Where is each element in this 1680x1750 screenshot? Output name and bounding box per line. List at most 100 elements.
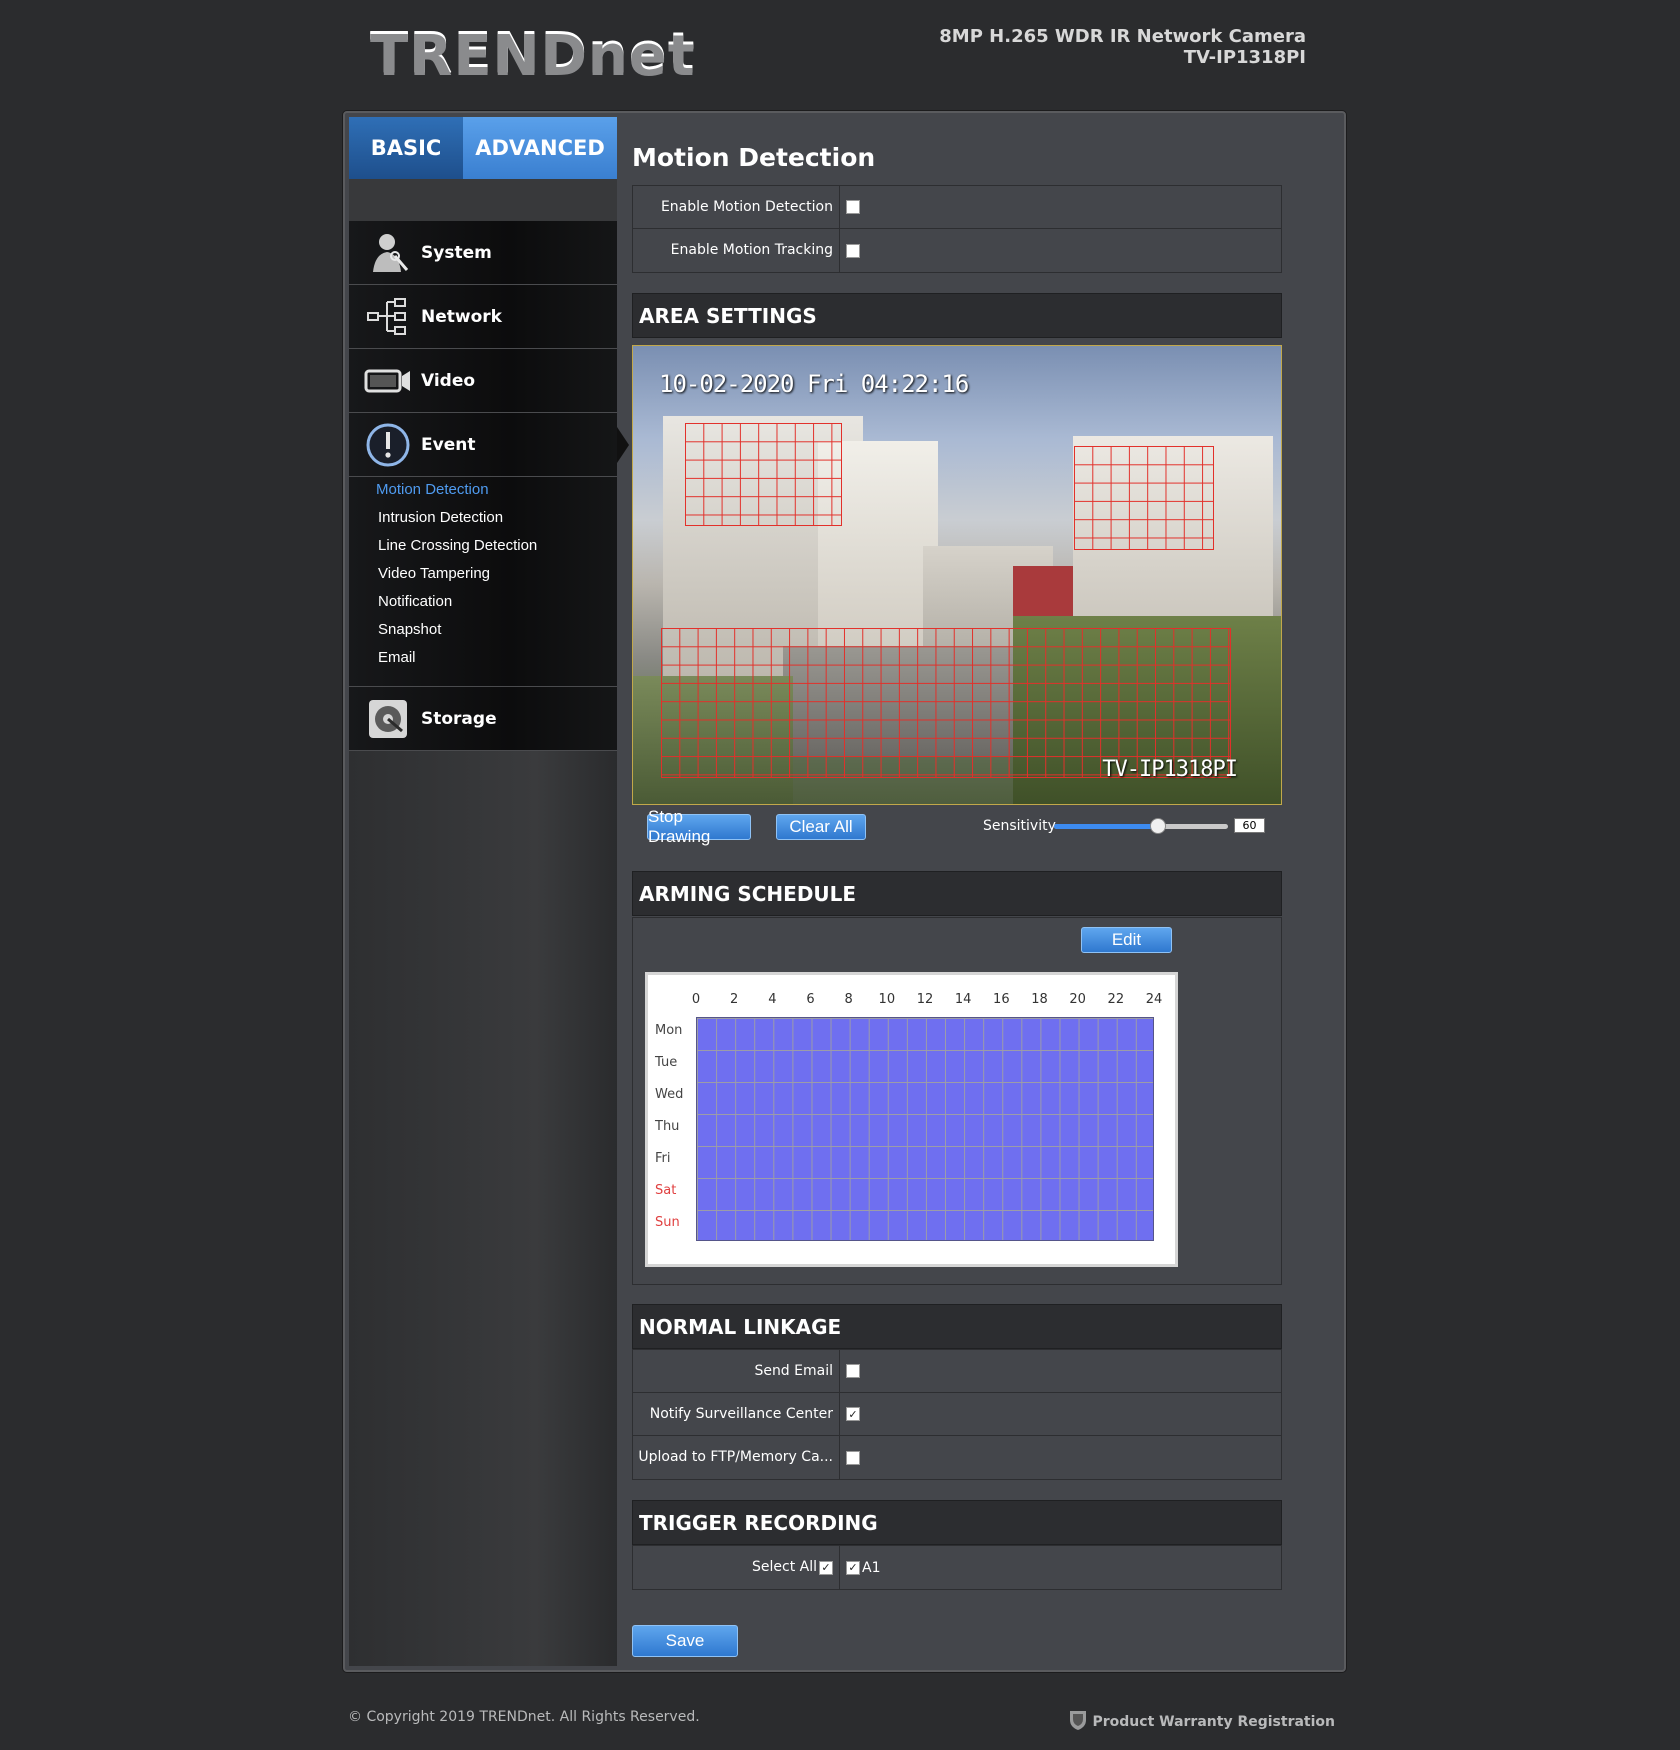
hour-label: 16 <box>993 992 1010 1007</box>
sensitivity-slider[interactable] <box>1054 818 1228 834</box>
a1-checkbox[interactable]: ✓ <box>846 1560 860 1575</box>
submenu-snapshot[interactable]: Snapshot <box>349 616 617 644</box>
hour-label: 18 <box>1031 992 1048 1007</box>
day-label: Wed <box>655 1087 684 1102</box>
sidebar-item-video[interactable]: Video <box>349 349 617 413</box>
hour-label: 2 <box>730 992 739 1007</box>
notify-center-row: Notify Surveillance Center ✓ <box>633 1393 1281 1436</box>
sidebar-item-event[interactable]: Event <box>349 413 629 477</box>
tab-strip <box>349 179 617 221</box>
notify-center-checkbox[interactable]: ✓ <box>846 1407 860 1421</box>
enable-tracking-row: Enable Motion Tracking <box>633 229 1281 272</box>
trigger-panel: Select All ✓ ✓ A1 <box>632 1545 1282 1590</box>
hour-label: 4 <box>768 992 777 1007</box>
hour-label: 20 <box>1069 992 1086 1007</box>
motion-grid-bottom <box>661 628 1231 778</box>
send-email-row: Send Email <box>633 1350 1281 1393</box>
warranty-label: Product Warranty Registration <box>1092 1714 1336 1730</box>
schedule-panel: Edit 0 2 4 6 8 10 12 14 16 18 20 22 24 Mon Tue Wed Thu F… <box>632 917 1282 1285</box>
sensitivity-handle[interactable] <box>1150 818 1167 834</box>
event-submenu: Motion Detection Intrusion Detection Lin… <box>349 476 617 687</box>
day-label: Sun <box>655 1215 680 1230</box>
select-all-cell: Select All ✓ <box>633 1546 840 1589</box>
normal-linkage-heading: NORMAL LINKAGE <box>632 1304 1282 1349</box>
edit-schedule-button[interactable]: Edit <box>1081 927 1172 953</box>
upload-ftp-label: Upload to FTP/Memory Ca... <box>633 1436 840 1479</box>
area-settings-heading: AREA SETTINGS <box>632 293 1282 338</box>
sidebar-item-label: Storage <box>421 708 497 729</box>
schedule-grid[interactable] <box>696 1017 1154 1241</box>
hour-label: 8 <box>844 992 853 1007</box>
select-all-label: Select All <box>752 1559 817 1575</box>
enable-tracking-checkbox[interactable] <box>846 243 860 258</box>
submenu-email[interactable]: Email <box>349 644 617 672</box>
video-camera-icon <box>359 356 417 406</box>
motion-grid-top-right <box>1074 446 1214 550</box>
tab-advanced[interactable]: ADVANCED <box>463 117 617 193</box>
send-email-checkbox[interactable] <box>846 1364 860 1378</box>
sidebar-item-storage[interactable]: Storage <box>349 687 617 751</box>
clear-all-button[interactable]: Clear All <box>776 814 866 840</box>
tab-basic[interactable]: BASIC <box>349 117 463 179</box>
camera-timestamp: 10-02-2020 Fri 04:22:16 <box>659 370 969 398</box>
enable-motion-checkbox[interactable] <box>846 200 860 214</box>
day-label: Fri <box>655 1151 671 1166</box>
submenu-notification[interactable]: Notification <box>349 588 617 616</box>
sidebar-item-network[interactable]: Network <box>349 285 617 349</box>
sidebar-item-system[interactable]: System <box>349 221 617 285</box>
camera-model-title: 8MP H.265 WDR IR Network Camera TV-IP131… <box>939 26 1306 68</box>
hour-label: 10 <box>878 992 896 1007</box>
model-description: 8MP H.265 WDR IR Network Camera <box>939 26 1306 47</box>
warranty-link[interactable]: Product Warranty Registration <box>1069 1709 1336 1735</box>
sidebar: BASIC ADVANCED System Network Video Even… <box>349 117 629 1666</box>
hour-label: 6 <box>806 992 815 1007</box>
upload-ftp-checkbox[interactable] <box>846 1450 860 1465</box>
copyright-text: © Copyright 2019 TRENDnet. All Rights Re… <box>348 1709 700 1725</box>
trigger-row: Select All ✓ ✓ A1 <box>633 1546 1281 1589</box>
sensitivity-fill <box>1054 824 1159 829</box>
sidebar-item-label: Event <box>421 434 476 455</box>
sensitivity-value[interactable]: 60 <box>1234 818 1265 833</box>
sidebar-item-label: System <box>421 242 492 263</box>
send-email-label: Send Email <box>633 1350 840 1392</box>
save-button[interactable]: Save <box>632 1625 738 1657</box>
camera-preview[interactable]: 10-02-2020 Fri 04:22:16 TV-IP1318PI <box>632 345 1282 805</box>
page-title: Motion Detection <box>632 143 876 172</box>
mode-tabs: BASIC ADVANCED <box>349 117 617 193</box>
submenu-motion-detection[interactable]: Motion Detection <box>349 476 617 504</box>
model-number: TV-IP1318PI <box>1183 47 1306 68</box>
a1-label: A1 <box>862 1559 881 1576</box>
hour-label: 24 <box>1145 992 1163 1007</box>
submenu-line-crossing-detection[interactable]: Line Crossing Detection <box>349 532 617 560</box>
stop-drawing-button[interactable]: Stop Drawing <box>647 807 751 846</box>
arming-schedule-heading: ARMING SCHEDULE <box>632 871 1282 916</box>
sensitivity-label: Sensitivity <box>983 818 1056 834</box>
sidebar-item-label: Video <box>421 370 476 391</box>
main-frame: BASIC ADVANCED System Network Video Even… <box>343 111 1346 1672</box>
hour-label: 0 <box>691 992 701 1007</box>
storage-disk-icon <box>359 694 417 744</box>
sidebar-nav: System Network Video Event Motion Detect… <box>349 221 629 751</box>
sidebar-item-label: Network <box>421 306 502 327</box>
hour-label: 12 <box>916 992 934 1007</box>
day-label: Thu <box>655 1119 680 1134</box>
motion-grid-top-left <box>685 423 842 526</box>
day-label: Mon <box>655 1023 683 1038</box>
submenu-video-tampering[interactable]: Video Tampering <box>349 560 617 588</box>
camera-watermark: TV-IP1318PI <box>1102 757 1238 782</box>
linkage-panel: Send Email Notify Surveillance Center ✓ … <box>632 1349 1282 1480</box>
trigger-recording-heading: TRIGGER RECORDING <box>632 1500 1282 1545</box>
select-all-checkbox[interactable]: ✓ <box>819 1560 833 1575</box>
content-area: Motion Detection Enable Motion Detection… <box>632 117 1340 1666</box>
motion-options-panel: Enable Motion Detection Enable Motion Tr… <box>632 185 1282 273</box>
submenu-intrusion-detection[interactable]: Intrusion Detection <box>349 504 617 532</box>
schedule-chart[interactable]: 0 2 4 6 8 10 12 14 16 18 20 22 24 Mon Tue Wed Thu Fri Sat… <box>645 972 1178 1267</box>
day-label: Tue <box>655 1055 678 1070</box>
enable-motion-row: Enable Motion Detection <box>633 186 1281 229</box>
hour-label: 22 <box>1107 992 1125 1007</box>
network-tree-icon <box>359 292 417 342</box>
shield-icon <box>1069 1709 1087 1735</box>
upload-ftp-row: Upload to FTP/Memory Ca... <box>633 1436 1281 1479</box>
notify-center-label: Notify Surveillance Center <box>633 1393 840 1435</box>
alert-icon <box>359 420 417 470</box>
